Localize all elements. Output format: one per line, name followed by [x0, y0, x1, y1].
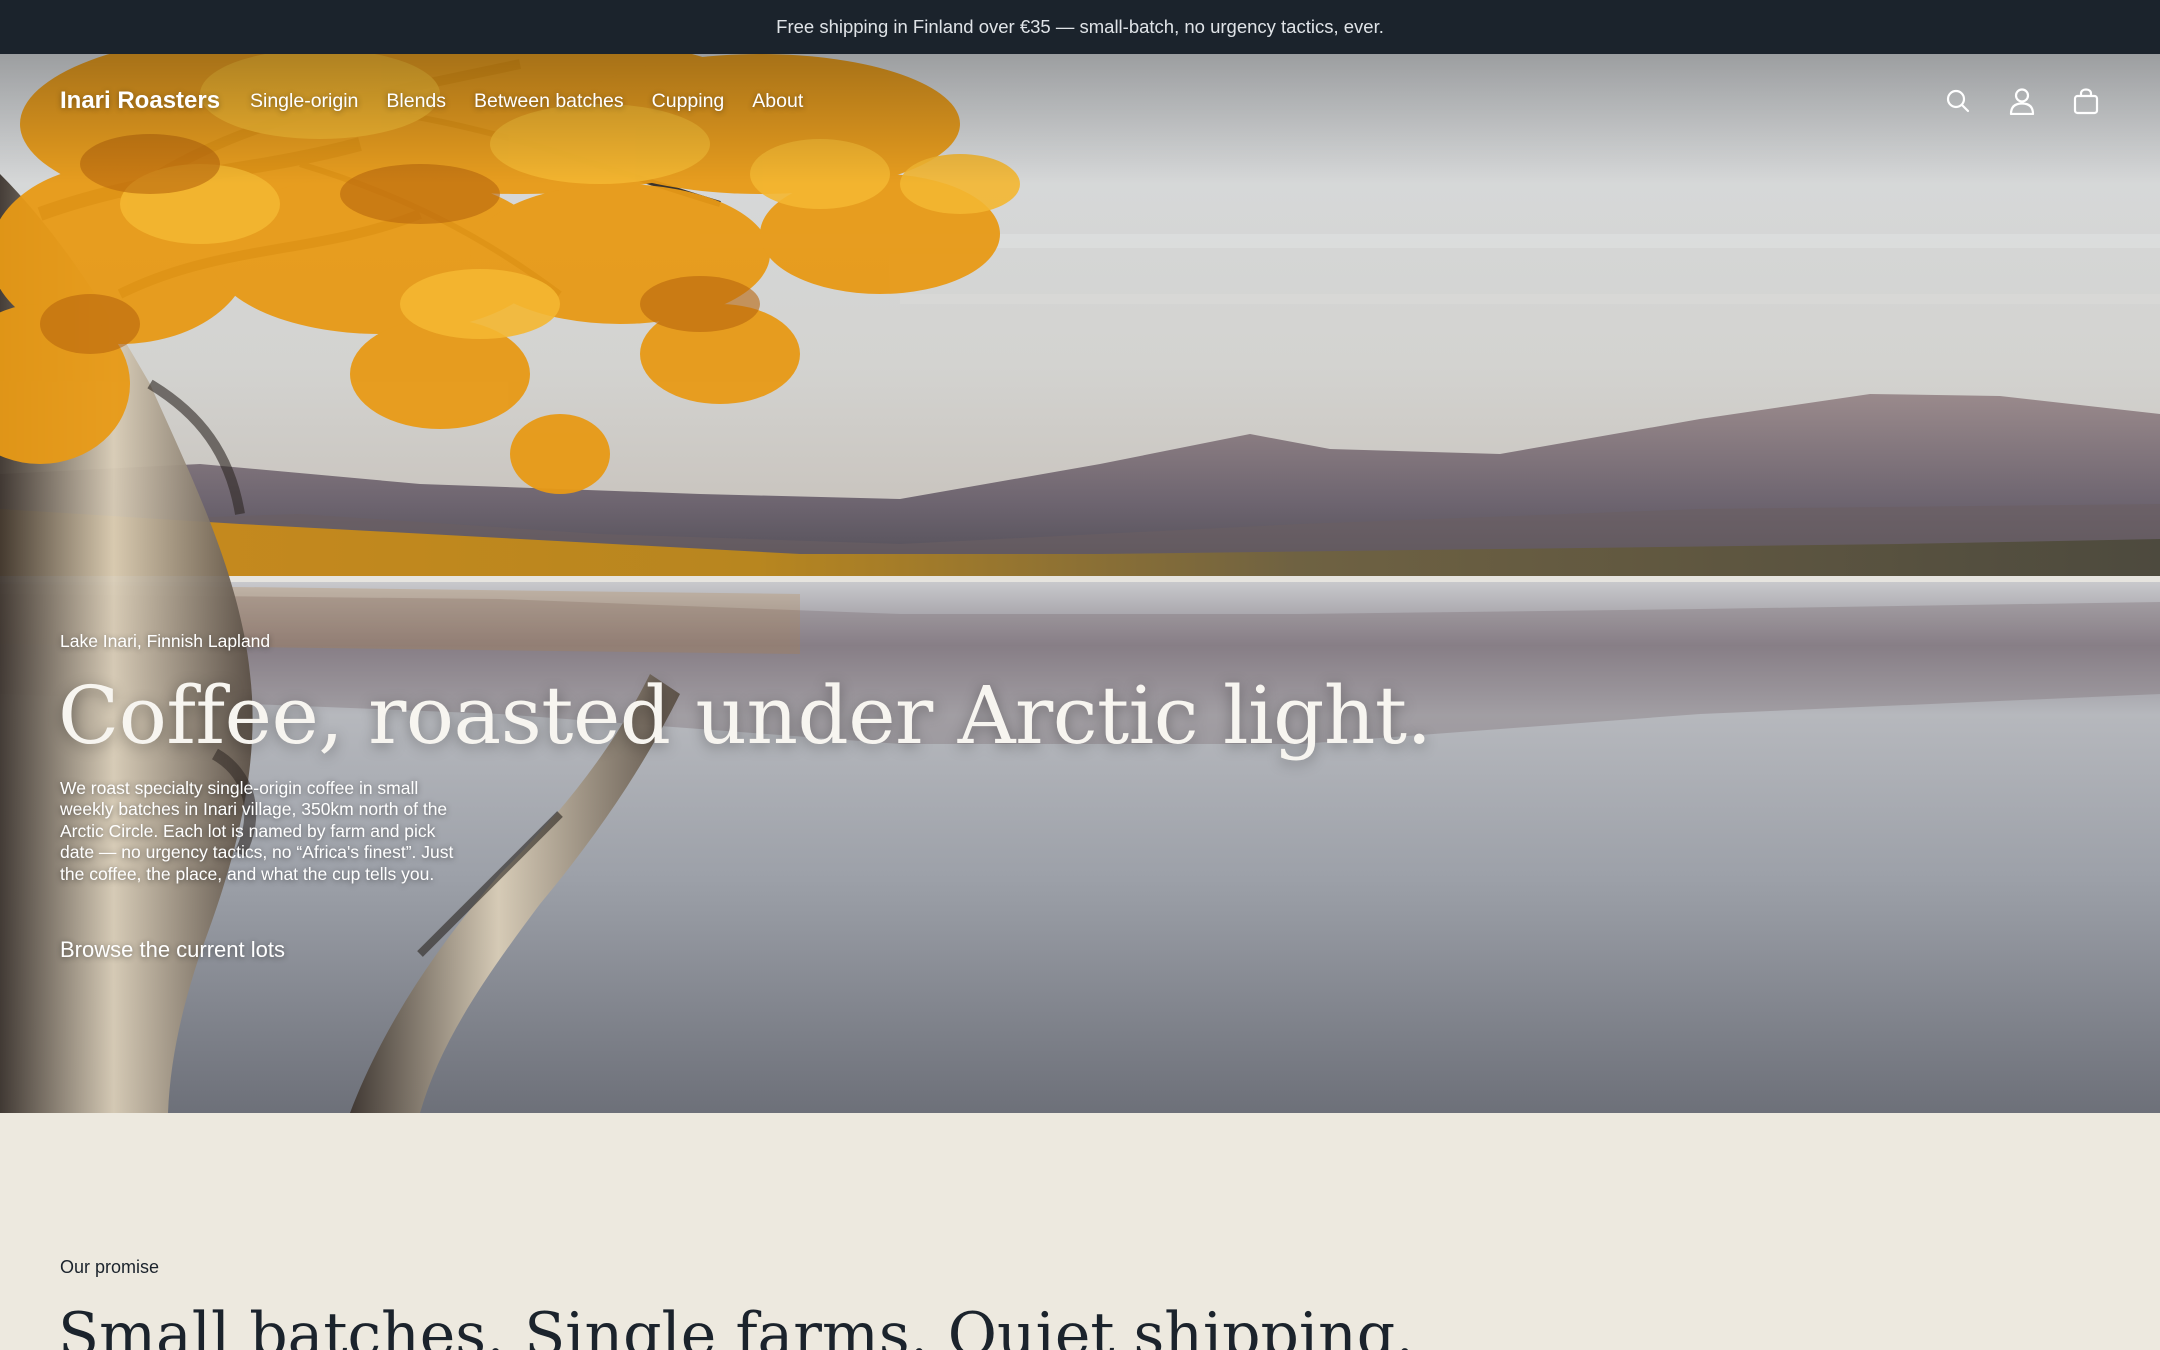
brand-logo[interactable]: Inari Roasters: [60, 87, 220, 115]
nav-cupping[interactable]: Cupping: [652, 90, 725, 113]
nav-single-origin[interactable]: Single-origin: [250, 90, 358, 113]
announcement-text: Free shipping in Finland over €35 — smal…: [776, 16, 1384, 37]
nav-blends[interactable]: Blends: [386, 90, 446, 113]
nav-about[interactable]: About: [752, 90, 803, 113]
cart-icon[interactable]: [2072, 86, 2100, 116]
site-header: Inari Roasters Single-origin Blends Betw…: [0, 54, 2160, 152]
hero-eyebrow: Lake Inari, Finnish Lapland: [60, 631, 271, 651]
promise-label: Our promise: [60, 1257, 160, 1277]
hero-section: [0, 54, 2160, 1113]
announcement-bar: Free shipping in Finland over €35 — smal…: [0, 0, 2160, 54]
promise-section: Our promise Small batches. Single farms.…: [0, 1113, 2160, 1350]
hero-headline: Coffee, roasted under Arctic light.: [58, 669, 1432, 762]
hero-landscape-image: [0, 54, 2160, 1113]
main-nav: Single-origin Blends Between batches Cup…: [250, 90, 803, 113]
nav-between-batches[interactable]: Between batches: [474, 90, 624, 113]
promise-heading: Small batches. Single farms. Quiet shipp…: [58, 1300, 1415, 1350]
account-icon[interactable]: [2008, 86, 2036, 116]
header-icons: [1944, 86, 2100, 116]
browse-lots-link[interactable]: Browse the current lots: [60, 937, 285, 963]
search-icon[interactable]: [1944, 86, 1972, 116]
hero-body: We roast specialty single-origin coffee …: [60, 778, 454, 884]
